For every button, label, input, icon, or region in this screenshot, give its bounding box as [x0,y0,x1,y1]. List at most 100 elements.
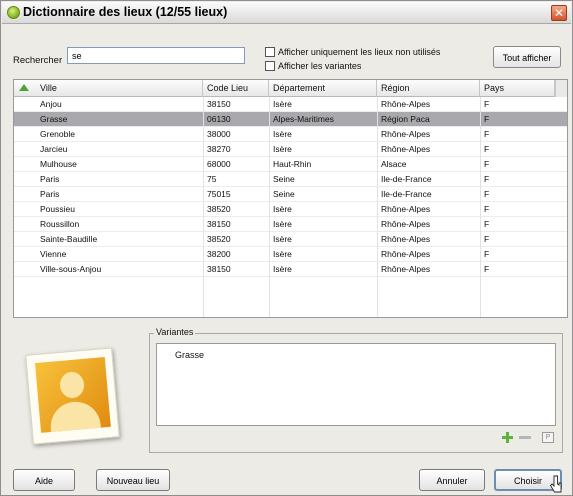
search-label: Rechercher [13,55,63,66]
search-input[interactable] [67,47,245,64]
cell-departement: Isère [273,129,292,139]
cell-region: Rhône-Alpes [381,249,431,259]
variantes-list[interactable]: Grasse [156,343,556,426]
cell-ville: Anjou [40,99,62,109]
help-button[interactable]: Aide [13,469,75,491]
cell-pays: F [484,249,490,259]
cell-pays: F [484,99,490,109]
cancel-button[interactable]: Annuler [419,469,485,491]
hand-cursor-icon [549,475,562,493]
unused-only-option[interactable]: Afficher uniquement les lieux non utilis… [265,47,440,57]
table-scroll-corner [555,80,567,97]
table-header: Ville Code Lieu Département Région Pays [14,80,567,97]
window-title: Dictionnaire des lieux (12/55 lieux) [23,5,228,19]
column-header-region[interactable]: Région [377,80,480,97]
cell-departement: Seine [273,174,295,184]
close-button[interactable]: ✕ [551,5,567,21]
table-row[interactable]: Grasse 06130 Alpes-Maritimes Région Paca F [14,112,567,127]
cell-ville: Vienne [40,249,67,259]
cell-ville: Ville-sous-Anjou [40,264,102,274]
cell-region: Rhône-Alpes [381,129,431,139]
column-header-ville-label: Ville [40,83,57,93]
unused-only-label: Afficher uniquement les lieux non utilis… [278,47,441,57]
cell-region: Région Paca [381,114,430,124]
places-dictionary-window: Dictionnaire des lieux (12/55 lieux) ✕ R… [0,0,573,496]
edit-icon[interactable]: P [542,432,554,443]
cell-pays: F [484,129,490,139]
unused-only-checkbox[interactable] [265,47,275,57]
cell-region: Rhône-Alpes [381,264,431,274]
cell-departement: Seine [273,189,295,199]
cell-departement: Isère [273,249,292,259]
column-header-code-lieu[interactable]: Code Lieu [203,80,269,97]
cell-ville: Poussieu [40,204,75,214]
column-header-ville[interactable]: Ville [14,80,203,97]
cell-region: Rhône-Alpes [381,144,431,154]
cell-ville: Paris [40,174,60,184]
cell-region: Rhône-Alpes [381,204,431,214]
cell-departement: Isère [273,99,292,109]
sort-ascending-icon [19,84,29,91]
photo-placeholder-icon[interactable] [25,347,120,445]
cell-pays: F [484,114,490,124]
table-row[interactable]: Poussieu 38520 Isère Rhône-Alpes F [14,202,567,217]
column-divider [269,97,270,317]
places-table: Ville Code Lieu Département Région Pays … [13,79,568,318]
column-divider [203,97,204,317]
new-place-button[interactable]: Nouveau lieu [96,469,170,491]
cell-ville: Sainte-Baudille [40,234,98,244]
cell-ville: Grenoble [40,129,75,139]
cell-region: Ile-de-France [381,189,432,199]
cell-ville: Roussillon [40,219,80,229]
cell-ville: Grasse [40,114,68,124]
cell-departement: Alpes-Maritimes [273,114,334,124]
table-row[interactable]: Grenoble 38000 Isère Rhône-Alpes F [14,127,567,142]
show-variants-option[interactable]: Afficher les variantes [265,61,361,71]
table-row[interactable]: Anjou 38150 Isère Rhône-Alpes F [14,97,567,112]
table-row[interactable]: Mulhouse 68000 Haut-Rhin Alsace F [14,157,567,172]
add-icon[interactable] [502,432,513,443]
cell-ville: Jarcieu [40,144,68,154]
column-header-departement[interactable]: Département [269,80,377,97]
cell-departement: Isère [273,204,292,214]
title-bar[interactable]: Dictionnaire des lieux (12/55 lieux) ✕ [2,2,571,24]
show-variants-label: Afficher les variantes [278,61,362,71]
cell-code-lieu: 68000 [207,159,231,169]
table-row[interactable]: Paris 75 Seine Ile-de-France F [14,172,567,187]
cell-code-lieu: 38150 [207,99,231,109]
cell-code-lieu: 38200 [207,249,231,259]
cell-pays: F [484,174,490,184]
table-row[interactable]: Sainte-Baudille 38520 Isère Rhône-Alpes F [14,232,567,247]
cell-departement: Isère [273,264,292,274]
remove-icon[interactable] [519,436,531,439]
variante-item[interactable]: Grasse [175,350,204,360]
photo-image [34,357,111,433]
cell-pays: F [484,159,490,169]
show-variants-checkbox[interactable] [265,61,275,71]
column-header-pays[interactable]: Pays [480,80,555,97]
cell-region: Ile-de-France [381,174,432,184]
table-row[interactable]: Paris 75015 Seine Ile-de-France F [14,187,567,202]
column-divider [377,97,378,317]
table-row[interactable]: Vienne 38200 Isère Rhône-Alpes F [14,247,567,262]
cell-ville: Mulhouse [40,159,77,169]
cell-pays: F [484,264,490,274]
cell-region: Rhône-Alpes [381,219,431,229]
variantes-legend: Variantes [154,327,196,337]
cell-departement: Isère [273,219,292,229]
cell-region: Rhône-Alpes [381,99,431,109]
cell-pays: F [484,219,490,229]
app-icon [7,6,20,19]
cell-pays: F [484,144,490,154]
table-row[interactable]: Ville-sous-Anjou 38150 Isère Rhône-Alpes F [14,262,567,277]
show-all-button[interactable]: Tout afficher [493,46,561,68]
cell-code-lieu: 38150 [207,264,231,274]
cell-pays: F [484,234,490,244]
table-row[interactable]: Jarcieu 38270 Isère Rhône-Alpes F [14,142,567,157]
cell-code-lieu: 38150 [207,219,231,229]
cell-code-lieu: 38520 [207,204,231,214]
cell-code-lieu: 38520 [207,234,231,244]
cell-region: Alsace [381,159,407,169]
table-row[interactable]: Roussillon 38150 Isère Rhône-Alpes F [14,217,567,232]
cell-departement: Haut-Rhin [273,159,312,169]
